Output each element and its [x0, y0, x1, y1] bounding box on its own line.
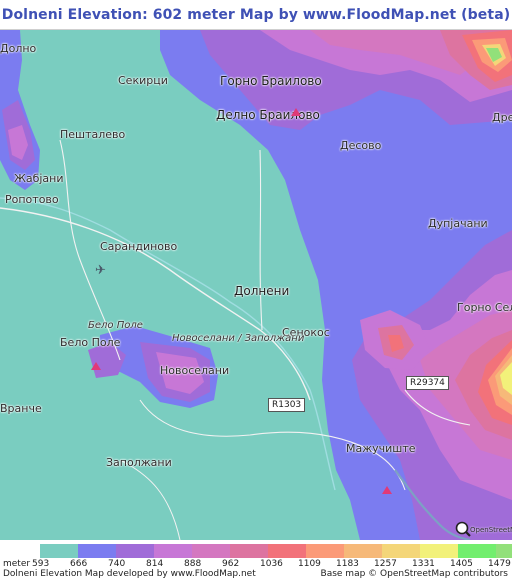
legend-value: 888 — [184, 559, 202, 569]
place-zhabjani[interactable]: Жабјани — [14, 172, 64, 185]
legend-swatch — [382, 544, 420, 558]
legend-swatch — [306, 544, 344, 558]
legend-swatch — [78, 544, 116, 558]
legend-swatch — [230, 544, 268, 558]
place-belo-pole-label[interactable]: Бело Поле — [88, 320, 143, 331]
place-dupjachani[interactable]: Дупјачани — [428, 217, 488, 230]
legend-value: 666 — [70, 559, 88, 569]
legend-value: 1109 — [298, 559, 321, 569]
road-shield-r1303: R1303 — [268, 398, 306, 412]
place-novoselani[interactable]: Новоселани — [160, 364, 229, 377]
road-shield-r29374: R29374 — [406, 376, 449, 390]
legend-value: 1183 — [336, 559, 359, 569]
openstreetmap-magnifier-icon — [455, 521, 471, 537]
legend-swatch — [344, 544, 382, 558]
peak-icon — [382, 486, 392, 494]
place-delno-brailovo[interactable]: Делно Браилово — [216, 108, 320, 122]
place-ropotovo[interactable]: Ропотово — [5, 193, 59, 206]
legend-swatch — [40, 544, 78, 558]
elevation-map[interactable]: Долно Секирци Горно Браилово Делно Браил… — [0, 30, 512, 540]
footer-basemap: Base map © OpenStreetMap contributors — [320, 569, 508, 579]
footer-credit[interactable]: Dolneni Elevation Map developed by www.F… — [3, 569, 256, 579]
place-vranche[interactable]: Вранче — [0, 402, 42, 415]
place-mazhuchishte[interactable]: Мажучиште — [346, 442, 416, 455]
title-bar: Dolneni Elevation: 602 meter Map by www.… — [0, 0, 512, 30]
legend-swatch — [268, 544, 306, 558]
peak-icon — [291, 108, 301, 116]
legend-value: 1479 — [488, 559, 511, 569]
legend-swatch — [458, 544, 496, 558]
place-gorno-brailovo[interactable]: Горно Браилово — [220, 74, 322, 88]
legend-value: 1331 — [412, 559, 435, 569]
place-desovo[interactable]: Десово — [340, 139, 381, 152]
legend-value: 593 — [32, 559, 50, 569]
legend-swatch — [116, 544, 154, 558]
legend-unit: meter — [3, 559, 31, 569]
airplane-icon: ✈ — [95, 263, 106, 278]
place-zapolzhani[interactable]: Заполжани — [106, 456, 172, 469]
peak-icon — [91, 362, 101, 370]
place-dolneni[interactable]: Долнени — [234, 284, 289, 298]
legend-swatch — [192, 544, 230, 558]
place-sarandinovo[interactable]: Сарандиново — [100, 240, 177, 253]
legend-value: 1257 — [374, 559, 397, 569]
legend-swatch — [420, 544, 458, 558]
place-dolno[interactable]: Долно — [0, 42, 36, 55]
legend-value: 1036 — [260, 559, 283, 569]
legend-value: 1405 — [450, 559, 473, 569]
place-peshtalevo[interactable]: Пешталево — [60, 128, 125, 141]
place-sekirci[interactable]: Секирци — [118, 74, 168, 87]
osm-attribution[interactable]: OpenStreetMap — [470, 526, 512, 534]
map-title: Dolneni Elevation: 602 meter Map by www.… — [1, 6, 511, 23]
place-dre[interactable]: Дре — [492, 111, 512, 124]
place-belo-pole[interactable]: Бело Поле — [60, 336, 120, 349]
place-novoselani-zapolzhani[interactable]: Новоселани / Заполжани — [172, 333, 304, 344]
legend-swatch — [154, 544, 192, 558]
legend-value: 740 — [108, 559, 126, 569]
legend-value: 962 — [222, 559, 240, 569]
footer: Dolneni Elevation Map developed by www.F… — [0, 569, 512, 582]
place-gorno-selo[interactable]: Горно Село — [457, 301, 512, 314]
legend-swatch — [496, 544, 512, 558]
legend-value: 814 — [146, 559, 164, 569]
